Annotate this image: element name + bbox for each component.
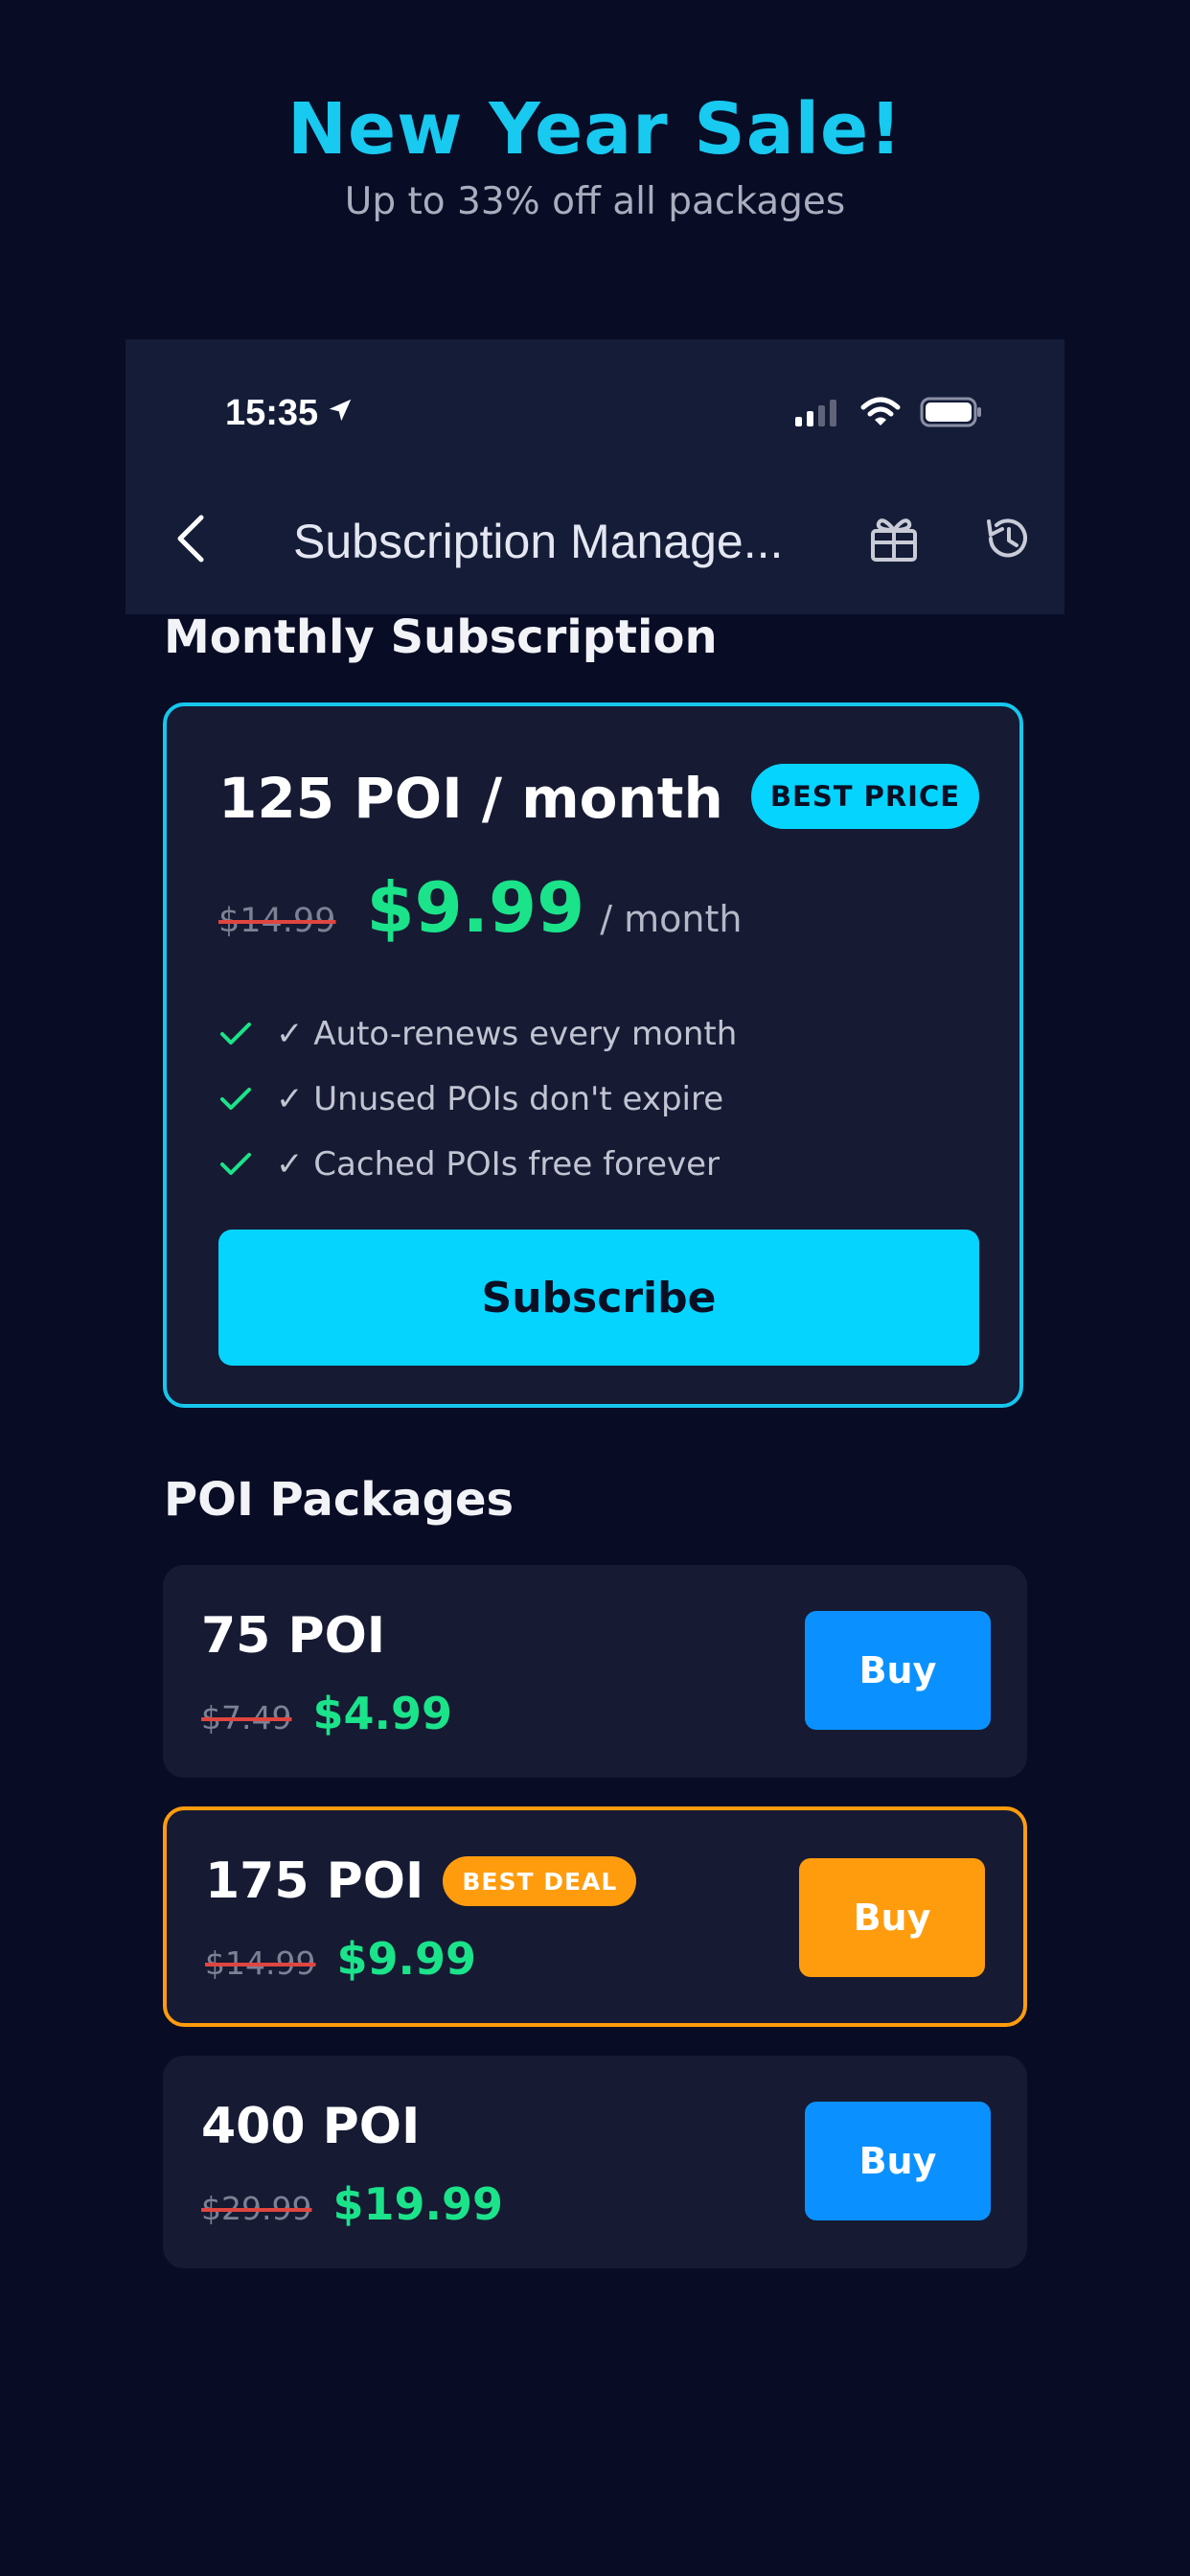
feature-text: ✓ Auto-renews every month xyxy=(276,1015,738,1053)
back-button[interactable] xyxy=(164,514,217,567)
package-price: $14.99 $9.99 xyxy=(205,1933,476,1985)
package-price: $29.99 $19.99 xyxy=(201,2178,503,2230)
status-icons xyxy=(793,397,983,431)
signal-icon xyxy=(793,398,841,430)
status-time-text: 15:35 xyxy=(225,393,319,433)
sale-price: $9.99 xyxy=(366,867,585,948)
best-price-badge: BEST PRICE xyxy=(751,764,979,829)
feature-text: ✓ Unused POIs don't expire xyxy=(276,1080,724,1118)
history-button[interactable] xyxy=(979,512,1037,569)
promo-subtitle: Up to 33% off all packages xyxy=(344,180,846,223)
original-price: $29.99 xyxy=(201,2190,312,2227)
back-chevron-icon xyxy=(174,514,207,567)
monthly-section-title: Monthly Subscription xyxy=(164,610,718,664)
feature-list: ✓ Auto-renews every month ✓ Unused POIs … xyxy=(218,1001,737,1197)
wifi-icon xyxy=(860,397,901,431)
plan-title: 125 POI / month xyxy=(218,766,723,831)
history-icon xyxy=(982,513,1034,568)
location-arrow-icon xyxy=(326,393,355,434)
package-card-featured: 175 POI BEST DEAL $14.99 $9.99 Buy xyxy=(163,1806,1027,2027)
packages-section-title: POI Packages xyxy=(164,1473,515,1527)
checkmark-icon xyxy=(218,1017,253,1051)
package-name: 75 POI xyxy=(201,1607,386,1665)
package-price: $7.49 $4.99 xyxy=(201,1688,452,1739)
package-name: 175 POI xyxy=(205,1852,424,1910)
nav-title: Subscription Manage... xyxy=(293,515,784,568)
buy-button[interactable]: Buy xyxy=(805,1611,991,1730)
package-card: 400 POI $29.99 $19.99 Buy xyxy=(163,2056,1027,2268)
feature-item: ✓ Unused POIs don't expire xyxy=(218,1067,737,1132)
original-price: $7.49 xyxy=(201,1699,292,1736)
sale-price: $9.99 xyxy=(336,1933,476,1985)
sale-price: $19.99 xyxy=(332,2178,503,2230)
status-bar-time: 15:35 xyxy=(225,393,355,434)
feature-text: ✓ Cached POIs free forever xyxy=(276,1145,721,1184)
subscribe-button[interactable]: Subscribe xyxy=(218,1230,979,1366)
package-card: 75 POI $7.49 $4.99 Buy xyxy=(163,1565,1027,1778)
package-header: 400 POI xyxy=(201,2098,420,2155)
sale-price: $4.99 xyxy=(312,1688,452,1739)
package-name: 400 POI xyxy=(201,2098,421,2155)
package-header: 175 POI BEST DEAL xyxy=(205,1852,637,1910)
gift-icon xyxy=(869,514,919,567)
app-header: 15:35 Subscription Manage... xyxy=(126,339,1064,614)
checkmark-icon xyxy=(218,1082,253,1116)
buy-button[interactable]: Buy xyxy=(799,1858,985,1977)
promo-title: New Year Sale! xyxy=(287,88,903,171)
feature-item: ✓ Cached POIs free forever xyxy=(218,1132,737,1197)
original-price: $14.99 xyxy=(205,1944,316,1982)
gift-button[interactable] xyxy=(865,512,923,569)
navigation-bar: Subscription Manage... xyxy=(126,500,1064,581)
feature-item: ✓ Auto-renews every month xyxy=(218,1001,737,1067)
best-deal-badge: BEST DEAL xyxy=(443,1856,637,1906)
battery-icon xyxy=(920,397,983,431)
buy-button[interactable]: Buy xyxy=(805,2102,991,2220)
original-price: $14.99 xyxy=(218,902,336,940)
checkmark-icon xyxy=(218,1147,253,1182)
billing-period: / month xyxy=(600,898,743,940)
package-header: 75 POI xyxy=(201,1607,385,1665)
monthly-plan-card: 125 POI / month BEST PRICE $14.99 $9.99 … xyxy=(163,702,1023,1408)
monthly-price: $14.99 $9.99 / month xyxy=(218,867,742,948)
